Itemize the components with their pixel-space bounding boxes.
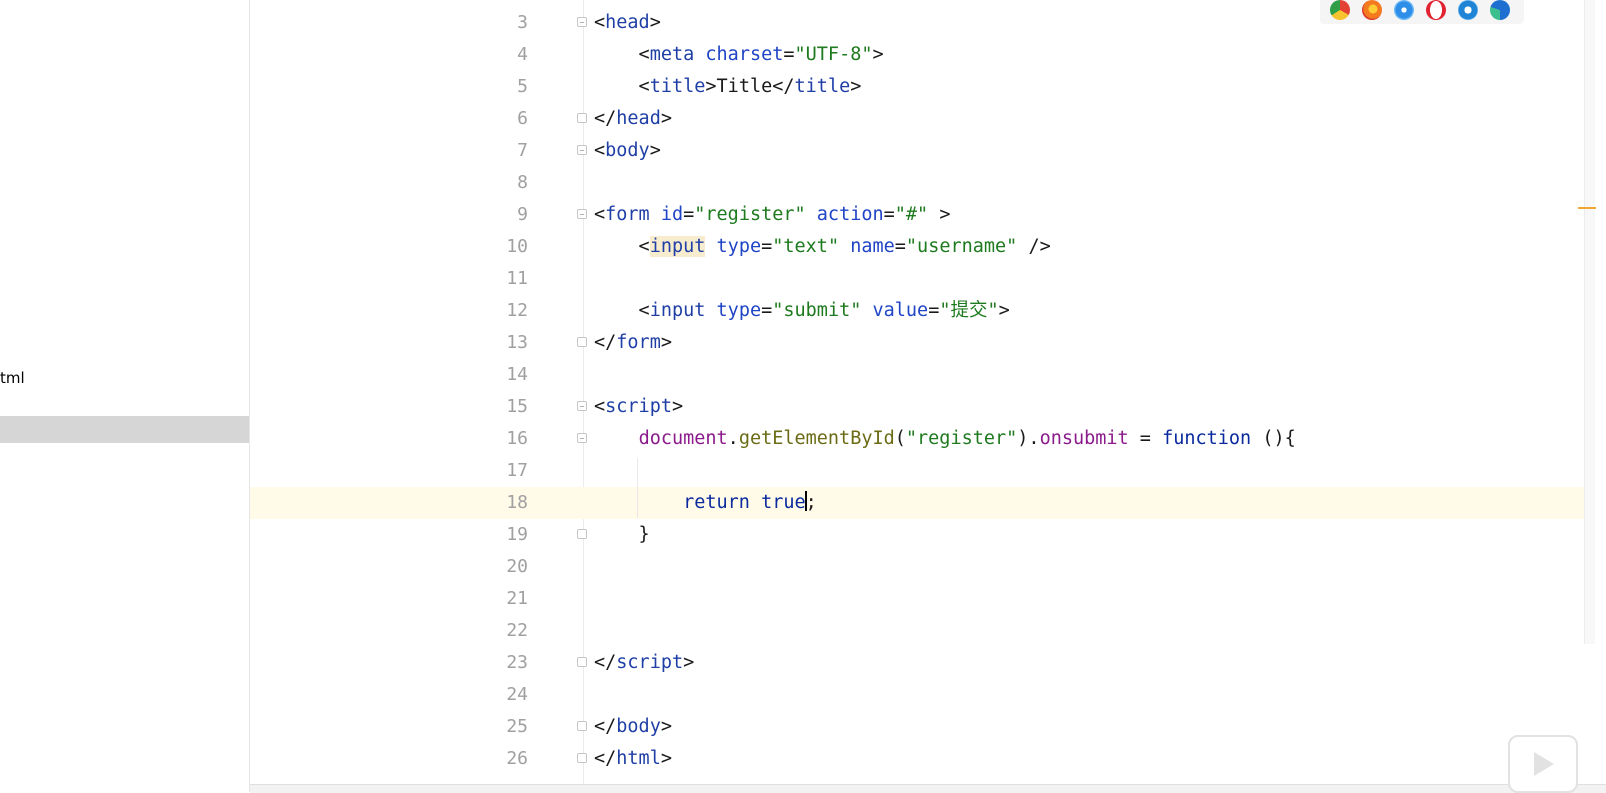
line-number: 10 — [506, 236, 528, 257]
code-text: </head> — [594, 108, 672, 129]
ie-icon[interactable] — [1458, 0, 1478, 20]
safari-icon[interactable] — [1394, 0, 1414, 20]
code-line: 12 <input type="submit" value="提交"> — [250, 295, 1588, 327]
code-line: 11 — [250, 263, 1588, 295]
edge-icon[interactable] — [1490, 0, 1510, 20]
opera-icon[interactable] — [1426, 0, 1446, 20]
code-line: 15 <script> — [250, 391, 1588, 423]
fold-end-icon[interactable] — [577, 529, 587, 539]
code-line: 10 <input type="text" name="username" /> — [250, 231, 1588, 263]
vertical-scrollbar[interactable] — [1584, 0, 1595, 644]
code-line: 14 — [250, 359, 1588, 391]
code-line: 8 — [250, 167, 1588, 199]
code-text: </html> — [594, 748, 672, 769]
code-line: 5 <title>Title</title> — [250, 71, 1588, 103]
code-line: 26 </html> — [250, 743, 1588, 775]
fold-icon[interactable] — [577, 145, 587, 155]
chrome-icon[interactable] — [1330, 0, 1350, 20]
fold-end-icon[interactable] — [577, 753, 587, 763]
code-text: <meta charset="UTF-8"> — [594, 44, 884, 65]
line-number: 23 — [506, 652, 528, 673]
browser-preview-bar — [1320, 0, 1524, 24]
line-number: 15 — [506, 396, 528, 417]
line-number: 17 — [506, 460, 528, 481]
project-file-label[interactable]: tml — [0, 369, 25, 387]
code-line: 9 <form id="register" action="#" > — [250, 199, 1588, 231]
code-text: <script> — [594, 396, 684, 417]
line-number: 25 — [506, 716, 528, 737]
firefox-icon[interactable] — [1362, 0, 1382, 20]
fold-end-icon[interactable] — [577, 113, 587, 123]
line-number: 11 — [506, 268, 528, 289]
line-number: 26 — [506, 748, 528, 769]
code-line: 6 </head> — [250, 103, 1588, 135]
code-line: 20 — [250, 551, 1588, 583]
line-number: 8 — [517, 172, 528, 193]
line-number: 19 — [506, 524, 528, 545]
line-number: 20 — [506, 556, 528, 577]
line-number: 6 — [517, 108, 528, 129]
fold-icon[interactable] — [577, 433, 587, 443]
line-number: 12 — [506, 300, 528, 321]
code-line: 22 — [250, 615, 1588, 647]
code-text: </script> — [594, 652, 695, 673]
code-text: <body> — [594, 140, 661, 161]
code-text: document.getElementById("register").onsu… — [638, 428, 1296, 449]
code-text: return true; — [683, 491, 817, 513]
indent-guide — [637, 458, 638, 518]
line-number: 22 — [506, 620, 528, 641]
line-number: 14 — [506, 364, 528, 385]
fold-icon[interactable] — [577, 401, 587, 411]
line-number: 21 — [506, 588, 528, 609]
line-number: 9 — [517, 204, 528, 225]
code-line: 25 </body> — [250, 711, 1588, 743]
text-caret — [804, 491, 807, 511]
line-number: 3 — [517, 12, 528, 33]
line-number: 16 — [506, 428, 528, 449]
code-text: <input type="text" name="username" /> — [594, 236, 1051, 257]
code-text: } — [594, 524, 650, 545]
code-editor[interactable]: 3 <head> 4 <meta charset="UTF-8"> 5 <tit… — [250, 0, 1606, 784]
code-line: 23 </script> — [250, 647, 1588, 679]
code-text: <head> — [594, 12, 661, 33]
fold-end-icon[interactable] — [577, 657, 587, 667]
code-line: 7 <body> — [250, 135, 1588, 167]
line-number: 24 — [506, 684, 528, 705]
code-text: </form> — [594, 332, 672, 353]
code-line: 17 — [250, 455, 1588, 487]
fold-icon[interactable] — [577, 17, 587, 27]
fold-end-icon[interactable] — [577, 721, 587, 731]
line-number: 13 — [506, 332, 528, 353]
fold-icon[interactable] — [577, 209, 587, 219]
fold-end-icon[interactable] — [577, 337, 587, 347]
code-line: 21 — [250, 583, 1588, 615]
project-panel: tml — [0, 0, 250, 792]
line-number: 5 — [517, 76, 528, 97]
code-line: 24 — [250, 679, 1588, 711]
current-code-line: 18 return true; — [250, 487, 1588, 519]
code-line: 16 document.getElementById("register").o… — [250, 423, 1588, 455]
code-text: <input type="submit" value="提交"> — [594, 300, 1010, 321]
line-number: 7 — [517, 140, 528, 161]
code-line: 19 } — [250, 519, 1588, 551]
code-text: </body> — [594, 716, 672, 737]
code-text: <form id="register" action="#" > — [594, 204, 951, 225]
code-text: <title>Title</title> — [594, 76, 862, 97]
scrollbar-warning-marker[interactable] — [1578, 207, 1596, 209]
project-selected-row[interactable] — [0, 416, 249, 443]
code-line: 13 </form> — [250, 327, 1588, 359]
code-line: 4 <meta charset="UTF-8"> — [250, 39, 1588, 71]
line-number: 4 — [517, 44, 528, 65]
play-icon[interactable] — [1508, 735, 1578, 793]
line-number: 18 — [506, 492, 528, 513]
play-triangle-icon — [1534, 752, 1554, 776]
